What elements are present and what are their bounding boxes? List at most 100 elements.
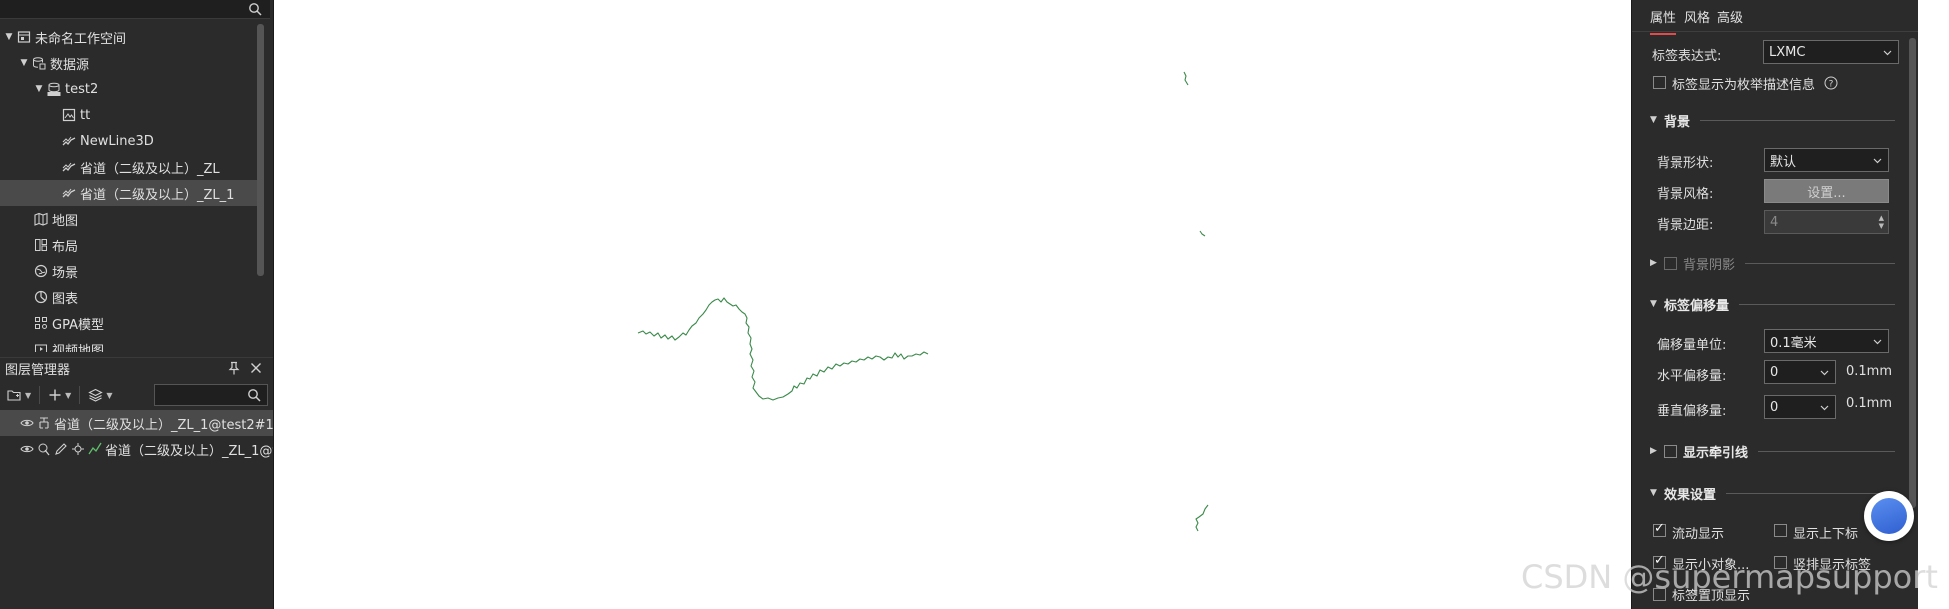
tree-item-datasource-test2[interactable]: ▼ test2 — [0, 76, 262, 102]
section-background[interactable]: ▼ 背景 — [1650, 111, 1895, 130]
search-icon[interactable] — [247, 388, 261, 402]
tree-item-label: 图表 — [52, 291, 79, 307]
visibility-eye-icon[interactable] — [20, 416, 34, 430]
visibility-eye-icon[interactable] — [20, 442, 34, 456]
bg-margin-spinner[interactable]: 4 ▲ ▼ — [1764, 210, 1889, 234]
toolbar-divider — [39, 386, 41, 404]
road-segment-bottom[interactable] — [1195, 504, 1209, 532]
tree-item-workspace[interactable]: ▼ 未命名工作空间 — [0, 24, 262, 50]
background-shadow-checkbox[interactable] — [1664, 256, 1677, 270]
show-enum-label: 标签显示为枚举描述信息 — [1672, 78, 1816, 93]
road-line-main[interactable] — [637, 297, 929, 401]
editable-pencil-icon[interactable] — [54, 442, 68, 456]
bg-shape-label: 背景形状: — [1657, 156, 1714, 171]
folder-plus-icon — [7, 390, 21, 401]
workspace-search-bar[interactable] — [0, 0, 270, 19]
search-icon[interactable] — [248, 2, 262, 16]
assistant-icon — [1871, 498, 1907, 534]
h-offset-unit: 0.1mm — [1846, 364, 1893, 379]
offset-unit-label: 偏移量单位: — [1657, 338, 1727, 353]
show-sub-sup-label: 显示上下标 — [1793, 527, 1859, 542]
section-label-offset[interactable]: ▼ 标签偏移量 — [1650, 295, 1895, 314]
chevron-down-icon — [1873, 339, 1882, 345]
section-effects[interactable]: ▼ 效果设置 — [1650, 484, 1895, 503]
tree-item-label: NewLine3D — [80, 133, 154, 149]
show-enum-checkbox[interactable] — [1653, 76, 1666, 89]
tab-properties[interactable]: 属性 — [1650, 7, 1677, 35]
tree-item-label: GPA模型 — [52, 317, 104, 333]
tree-scrollbar[interactable] — [257, 24, 264, 276]
line3d-dataset-icon — [62, 136, 76, 146]
tree-item-label: 省道（二级及以上）_ZL — [80, 161, 220, 177]
dataset-image-icon — [62, 108, 76, 122]
section-show-leader[interactable]: ▶ 显示牵引线 — [1650, 442, 1895, 461]
chevron-down-icon: ▼ — [65, 390, 72, 400]
line-layer-icon — [88, 442, 102, 455]
tree-item-layouts[interactable]: 布局 — [0, 232, 262, 258]
section-expanded-icon: ▼ — [1650, 299, 1657, 309]
expand-arrow-icon[interactable]: ▼ — [34, 84, 44, 94]
layer-search-box[interactable] — [154, 384, 268, 406]
tree-item-label: 视频地图 — [52, 343, 105, 353]
layer-manager-header: 图层管理器 — [0, 357, 273, 379]
layer-group-button[interactable]: ▼ — [85, 384, 115, 406]
layer-search-input[interactable] — [155, 385, 243, 405]
layer-manager-title: 图层管理器 — [5, 363, 71, 378]
selectable-icon[interactable] — [37, 442, 51, 456]
floating-assistant-button[interactable] — [1864, 491, 1914, 541]
flow-display-label: 流动显示 — [1672, 527, 1725, 542]
bg-shape-select[interactable]: 默认 — [1764, 148, 1889, 172]
v-offset-unit: 0.1mm — [1846, 396, 1893, 411]
h-offset-combo[interactable]: 0 — [1764, 360, 1836, 384]
add-layer-button[interactable]: ▼ — [45, 384, 74, 406]
datasources-icon — [33, 57, 46, 70]
snappable-icon[interactable] — [71, 442, 85, 456]
tree-item-maps[interactable]: 地图 — [0, 206, 262, 232]
layer-name: 省道（二级及以上）_ZL_1@test2#1 — [54, 417, 273, 433]
chevron-down-icon — [1883, 50, 1892, 56]
tab-style[interactable]: 风格 — [1684, 7, 1710, 26]
tree-item-dataset-newline3d[interactable]: NewLine3D — [0, 128, 262, 154]
layout-icon — [35, 239, 47, 251]
tree-item-label: 地图 — [52, 213, 79, 229]
tree-item-label: 未命名工作空间 — [35, 31, 127, 47]
tree-item-scenes[interactable]: 场景 — [0, 258, 262, 284]
tree-item-dataset-zl-1[interactable]: 省道（二级及以上）_ZL_1 — [0, 180, 262, 206]
label-expression-select[interactable]: LXMC — [1763, 40, 1899, 64]
tab-advanced[interactable]: 高级 — [1717, 7, 1743, 26]
road-segment-mid[interactable] — [1199, 230, 1206, 237]
tree-item-gpa-models[interactable]: GPA模型 — [0, 310, 262, 336]
spinner-arrows-icon[interactable]: ▲ ▼ — [1879, 214, 1884, 230]
map-drawing — [637, 71, 1209, 532]
line-dataset-icon — [62, 188, 76, 198]
left-panel: ▼ 未命名工作空间 ▼ 数据源 ▼ test2 tt NewLine3D 省道（… — [0, 0, 274, 609]
tree-item-datasources[interactable]: ▼ 数据源 — [0, 50, 262, 76]
show-leader-checkbox[interactable] — [1664, 444, 1677, 458]
help-icon[interactable]: ? — [1824, 76, 1838, 90]
expand-arrow-icon[interactable]: ▼ — [4, 32, 14, 42]
tree-item-dataset-zl[interactable]: 省道（二级及以上）_ZL — [0, 154, 262, 180]
map-canvas[interactable] — [275, 0, 1631, 609]
tree-item-label: test2 — [65, 81, 99, 97]
open-layer-button[interactable]: ▼ — [4, 384, 34, 406]
tree-item-video-maps[interactable]: 视频地图 — [0, 336, 262, 352]
tree-item-charts[interactable]: 图表 — [0, 284, 262, 310]
show-sub-sup-checkbox[interactable] — [1774, 524, 1787, 537]
close-icon[interactable] — [249, 361, 263, 375]
map-icon — [34, 212, 48, 226]
road-segment-top[interactable] — [1183, 71, 1189, 86]
tree-item-dataset-tt[interactable]: tt — [0, 102, 262, 128]
v-offset-combo[interactable]: 0 — [1764, 395, 1836, 419]
flow-display-checkbox[interactable] — [1653, 521, 1666, 537]
pin-icon[interactable] — [227, 361, 241, 375]
properties-scrollbar[interactable] — [1909, 38, 1916, 508]
h-offset-value: 0 — [1770, 364, 1779, 380]
section-background-shadow[interactable]: ▶ 背景阴影 — [1650, 254, 1895, 273]
expand-arrow-icon[interactable]: ▼ — [19, 58, 29, 68]
offset-unit-select[interactable]: 0.1毫米 — [1764, 329, 1889, 353]
section-title: 背景阴影 — [1683, 257, 1736, 273]
bg-style-settings-button[interactable]: 设置... — [1764, 179, 1889, 203]
layer-row-label-theme[interactable]: 省道（二级及以上）_ZL_1@test2#1 — [0, 410, 273, 436]
layer-row-line[interactable]: 省道（二级及以上）_ZL_1@test2 — [0, 436, 273, 462]
scene-icon — [34, 264, 48, 278]
